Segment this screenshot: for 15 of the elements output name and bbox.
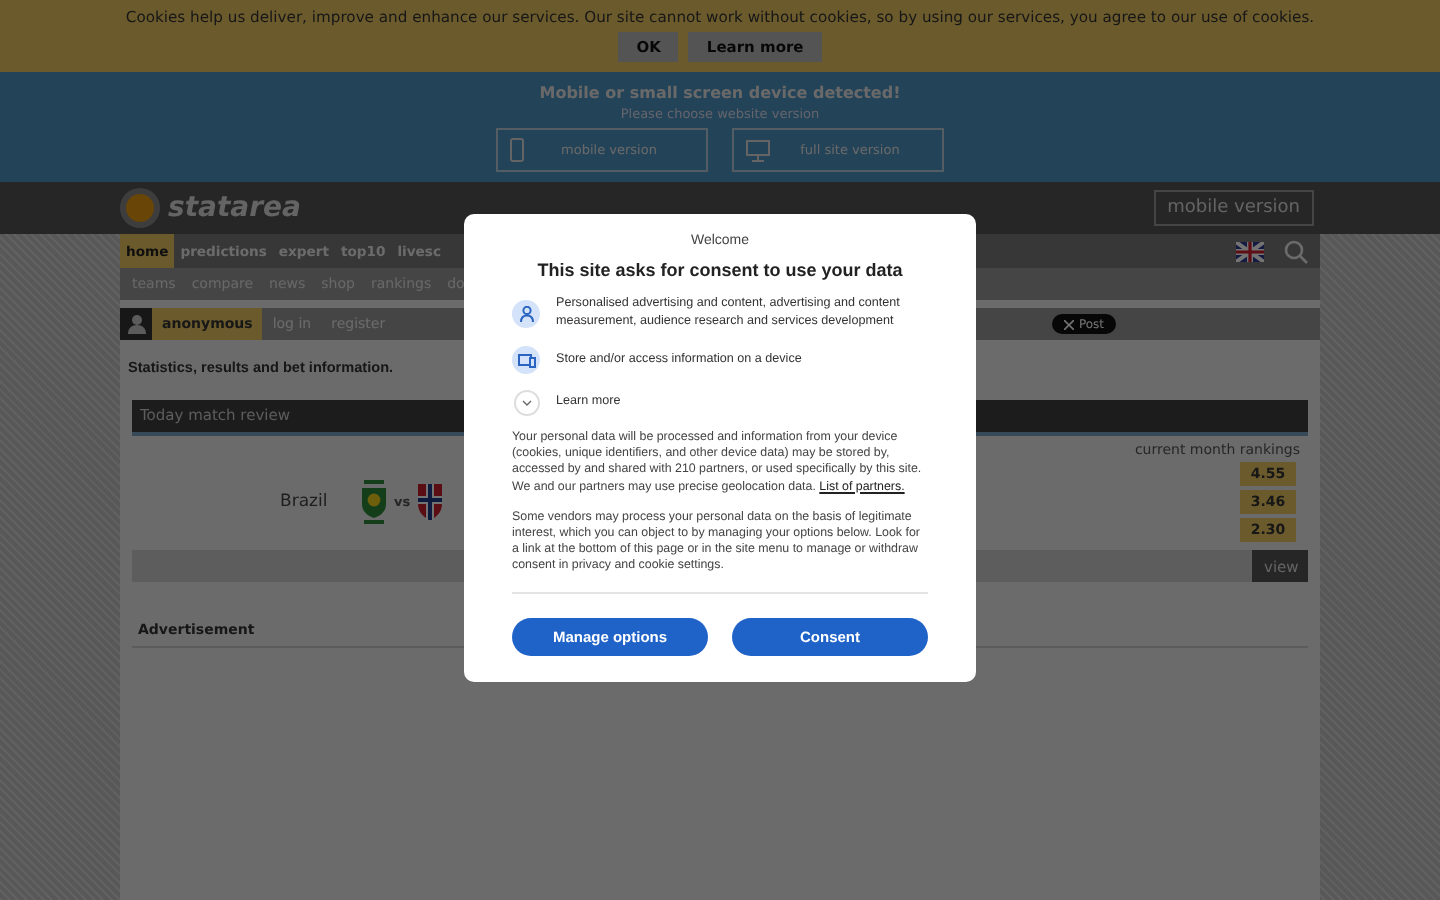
chevron-down-icon[interactable] — [514, 390, 540, 416]
team-crest-icon — [416, 480, 445, 524]
person-icon — [512, 299, 540, 327]
x-icon — [1064, 319, 1075, 329]
uk-flag-icon[interactable] — [1236, 241, 1264, 261]
banner-title: Mobile or small screen device detected! — [539, 84, 901, 102]
monitor-icon — [746, 139, 770, 161]
logo-icon — [120, 188, 160, 228]
dialog-title: This site asks for consent to use your data — [537, 260, 903, 280]
search-icon[interactable] — [1284, 239, 1308, 263]
phone-icon — [510, 138, 524, 162]
team-name: Brazil — [280, 492, 330, 512]
user-icon — [120, 308, 152, 340]
team-crest-icon — [360, 480, 388, 524]
device-icon — [512, 346, 540, 374]
